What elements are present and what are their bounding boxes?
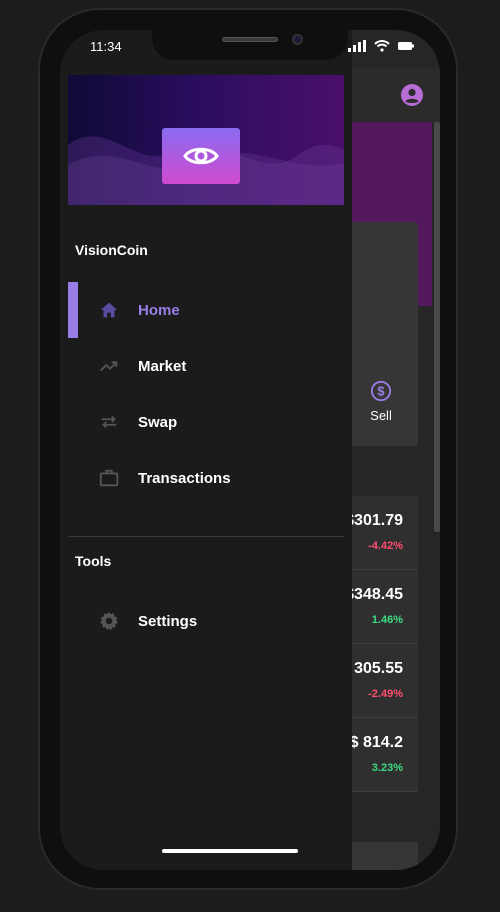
nav-item-home[interactable]: Home (68, 284, 344, 336)
coin-change: -4.42% (368, 540, 403, 552)
drawer-app-name: VisionCoin (75, 242, 148, 258)
nav-item-transactions[interactable]: Transactions (68, 452, 344, 504)
sell-button[interactable]: $ Sell (355, 380, 407, 423)
notch (152, 30, 348, 60)
coin-price: $301.79 (345, 512, 403, 529)
swap-icon (101, 415, 117, 429)
wifi-icon (374, 40, 390, 52)
svg-text:$: $ (377, 384, 384, 399)
dollar-icon: $ (370, 380, 392, 402)
nav-label: Settings (138, 612, 198, 630)
nav-label: Swap (138, 413, 178, 431)
tools-section-title: Tools (75, 553, 112, 569)
account-icon[interactable] (400, 83, 424, 107)
status-icons (348, 40, 414, 52)
camera-icon (292, 34, 303, 45)
status-bar: 11:34 (60, 30, 440, 68)
nav-label: Transactions (138, 469, 231, 487)
gear-icon (100, 611, 118, 631)
trending-up-icon (100, 361, 118, 372)
coin-change: 1.46% (371, 614, 403, 626)
coin-change: -2.49% (368, 688, 403, 700)
scrollbar-thumb[interactable] (434, 122, 440, 532)
app-logo (162, 128, 240, 184)
drawer-divider (68, 536, 344, 537)
phone-frame: $ Sell $301.79 -4.42% $348.45 1.46% 305.… (38, 8, 458, 890)
battery-icon (398, 42, 414, 50)
screen: $ Sell $301.79 -4.42% $348.45 1.46% 305.… (60, 30, 440, 870)
home-indicator[interactable] (162, 849, 298, 853)
drawer-banner (68, 75, 344, 205)
coin-price: $ 814.2 (349, 734, 403, 751)
nav-label: Market (138, 357, 187, 375)
status-time: 11:34 (90, 39, 122, 54)
coin-price: 305.55 (354, 660, 403, 677)
speaker (222, 37, 278, 42)
briefcase-icon (99, 469, 119, 487)
sell-label: Sell (370, 408, 392, 423)
home-icon (100, 302, 118, 318)
coin-price: $348.45 (345, 586, 403, 603)
signal-icon (348, 40, 366, 52)
nav-item-swap[interactable]: Swap (68, 396, 344, 448)
nav-label: Home (138, 301, 180, 319)
eye-icon (183, 147, 219, 165)
nav-item-settings[interactable]: Settings (68, 595, 344, 647)
navigation-drawer: VisionCoin Home Market Swap Transactions… (60, 30, 352, 870)
coin-change: 3.23% (371, 762, 403, 774)
nav-item-market[interactable]: Market (68, 340, 344, 392)
